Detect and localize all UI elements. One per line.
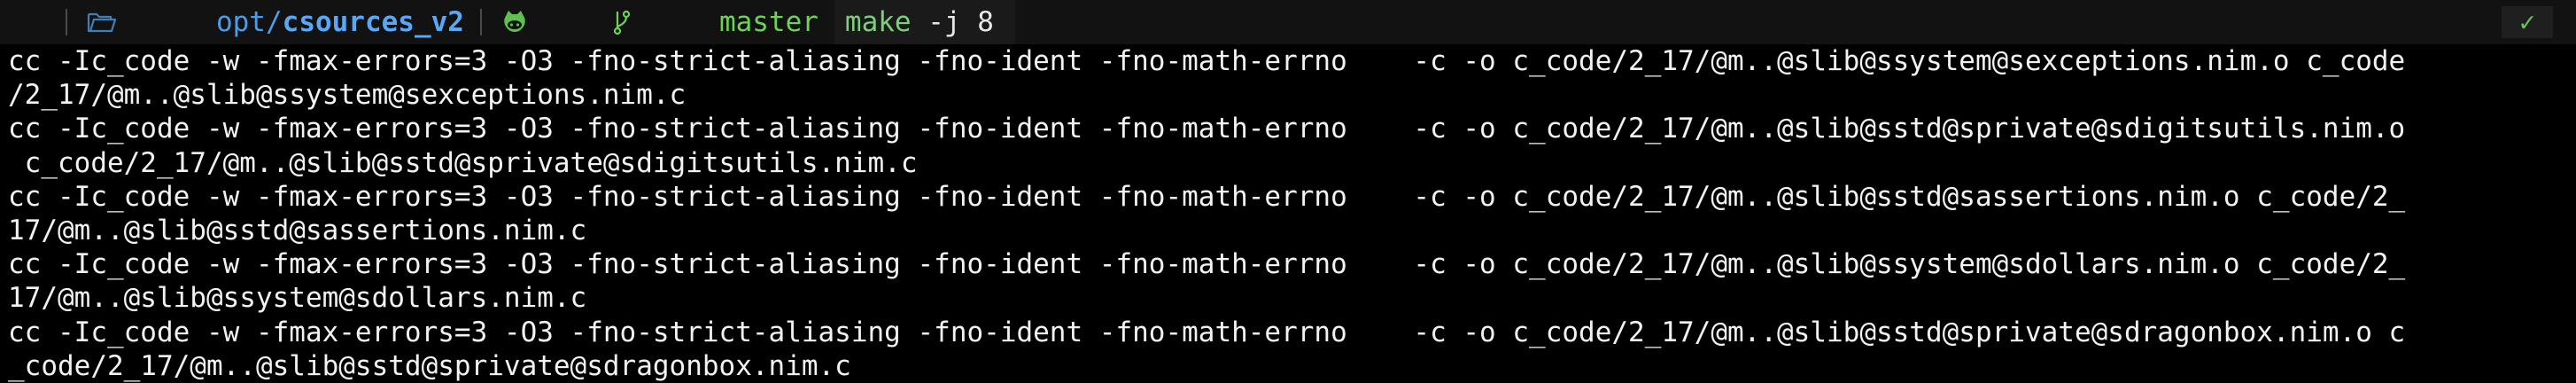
- output-line: cc -Ic_code -w -fmax-errors=3 -O3 -fno-s…: [8, 248, 2406, 281]
- output-line: c_code/2_17/@m..@slib@sstd@sprivate@sdig…: [8, 146, 918, 179]
- output-line: cc -Ic_code -w -fmax-errors=3 -O3 -fno-s…: [8, 316, 2406, 348]
- git-branch-icon: [613, 0, 712, 99]
- github-icon: [501, 0, 601, 99]
- segment-divider: [66, 9, 67, 35]
- checkmark-icon: ✓: [2518, 6, 2536, 38]
- segment-divider: [479, 9, 482, 35]
- output-line: cc -Ic_code -w -fmax-errors=3 -O3 -fno-s…: [8, 45, 2406, 77]
- terminal-output: cc -Ic_code -w -fmax-errors=3 -O3 -fno-s…: [0, 44, 2576, 383]
- shell-prompt: opt / csources_v2 master make -j 8 ✓: [0, 0, 2576, 44]
- os-segment: [0, 0, 50, 44]
- output-line: 17/@m..@slib@sstd@sassertions.nim.c: [8, 214, 587, 246]
- output-line: cc -Ic_code -w -fmax-errors=3 -O3 -fno-s…: [8, 113, 2406, 145]
- output-line: /2_17/@m..@slib@ssystem@sexceptions.nim.…: [8, 79, 687, 112]
- git-segment: master: [501, 0, 819, 44]
- exit-status-badge: ✓: [2502, 6, 2553, 38]
- directory-segment: opt / csources_v2: [87, 0, 464, 44]
- command-name: make: [844, 6, 912, 38]
- output-line: cc -Ic_code -w -fmax-errors=3 -O3 -fno-s…: [8, 180, 2406, 213]
- path-parent: opt: [215, 6, 266, 38]
- command-input[interactable]: make -j 8: [834, 0, 1015, 44]
- path-separator: /: [265, 6, 283, 38]
- command-arguments: -j 8: [911, 6, 994, 38]
- output-line: _code/2_17/@m..@slib@sstd@sprivate@sdrag…: [8, 349, 851, 382]
- linux-tux-icon: [0, 0, 74, 99]
- path-current-directory: csources_v2: [282, 6, 464, 38]
- git-branch-name: master: [718, 6, 819, 38]
- folder-open-icon: [87, 0, 186, 98]
- output-line: 17/@m..@slib@ssystem@sdollars.nim.c: [8, 282, 587, 315]
